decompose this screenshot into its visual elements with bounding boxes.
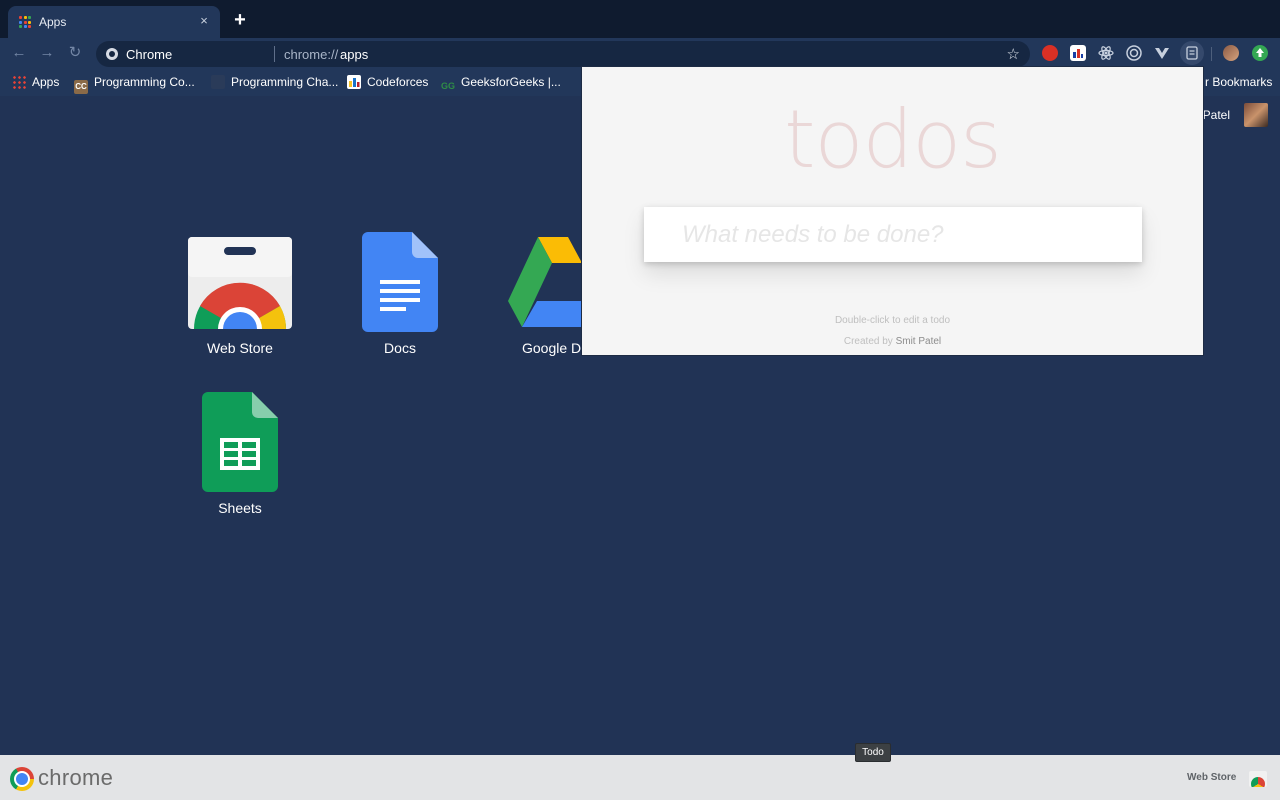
url-scheme: chrome://	[284, 47, 339, 62]
apps-grid-icon	[19, 16, 31, 28]
close-tab-icon[interactable]: ×	[196, 13, 212, 29]
url-host: apps	[340, 47, 369, 62]
bookmark-programming-challenges[interactable]: Programming Cha...	[211, 75, 338, 91]
web-store-link[interactable]: Web Store	[1187, 772, 1236, 783]
app-web-store[interactable]: Web Store	[175, 232, 305, 362]
chrome-wordmark: chrome	[38, 765, 114, 790]
vue-devtools-icon[interactable]	[1154, 45, 1170, 61]
forward-icon[interactable]: →	[38, 44, 56, 62]
app-label: Docs	[384, 340, 416, 356]
tab-title: Apps	[39, 15, 67, 29]
author-link[interactable]: Smit Patel	[896, 336, 942, 347]
react-devtools-icon[interactable]	[1098, 45, 1114, 61]
bookmark-geeksforgeeks[interactable]: GG GeeksforGeeks |...	[441, 75, 561, 91]
app-label: Google Dr	[522, 340, 586, 356]
codeforces-icon	[347, 75, 361, 89]
bookmark-apps[interactable]: Apps	[12, 75, 59, 91]
web-store-icon[interactable]	[1249, 771, 1267, 787]
bookmark-codeforces[interactable]: Codeforces	[347, 75, 428, 91]
todo-extension-icon[interactable]	[1184, 45, 1200, 61]
update-icon[interactable]	[1252, 45, 1268, 61]
credits-label: Created by	[843, 336, 893, 347]
sheets-icon	[202, 392, 278, 492]
profile-avatar-icon[interactable]	[1223, 45, 1239, 61]
bookmark-programming-contests[interactable]: CC Programming Co...	[74, 75, 195, 94]
tooltip: Todo	[855, 743, 891, 762]
todos-title: todos	[784, 93, 1002, 186]
chrome-site-icon	[106, 48, 118, 60]
web-store-icon	[188, 237, 292, 329]
edit-hint: Double-click to edit a todo	[834, 315, 951, 326]
address-chip: Chrome	[126, 47, 173, 62]
tab-strip: Apps × +	[0, 0, 1280, 38]
toolbar: ← → ↻ Chrome chrome:// apps ☆	[0, 38, 1280, 68]
app-sheets[interactable]: Sheets	[175, 392, 305, 522]
bottom-bar: chrome Web Store	[0, 755, 1280, 800]
cc-icon: CC	[74, 80, 88, 94]
chrome-logo-icon	[10, 767, 34, 791]
app-docs[interactable]: Docs	[335, 232, 465, 362]
new-todo-input[interactable]	[644, 207, 1142, 262]
address-bar[interactable]: Chrome chrome:// apps ☆	[96, 41, 1030, 67]
bookmark-star-icon[interactable]: ☆	[1007, 45, 1020, 63]
gfg-icon: GG	[441, 81, 456, 91]
toolbar-separator	[1211, 47, 1212, 61]
docs-icon	[362, 232, 438, 332]
chart-extension-icon[interactable]	[1070, 45, 1086, 61]
new-todo-container	[644, 207, 1142, 262]
new-tab-button[interactable]: +	[230, 10, 250, 30]
address-separator	[274, 46, 275, 62]
tab-apps[interactable]: Apps ×	[8, 6, 220, 38]
target-extension-icon[interactable]	[1126, 45, 1142, 61]
app-label: Web Store	[207, 340, 273, 356]
back-icon[interactable]: ←	[10, 44, 28, 62]
google-drive-icon	[508, 237, 582, 327]
codechef-icon	[211, 75, 225, 89]
apps-grid-icon	[12, 75, 26, 89]
other-bookmarks[interactable]: r Bookmarks	[1205, 75, 1272, 91]
reload-icon[interactable]: ↻	[66, 44, 84, 62]
todo-extension-popup: todos Double-click to edit a todo Create…	[581, 66, 1204, 356]
credits: Created by Smit Patel	[582, 336, 1203, 347]
ublock-icon[interactable]	[1042, 45, 1058, 61]
profile-avatar[interactable]	[1244, 103, 1268, 127]
app-label: Sheets	[218, 500, 262, 516]
